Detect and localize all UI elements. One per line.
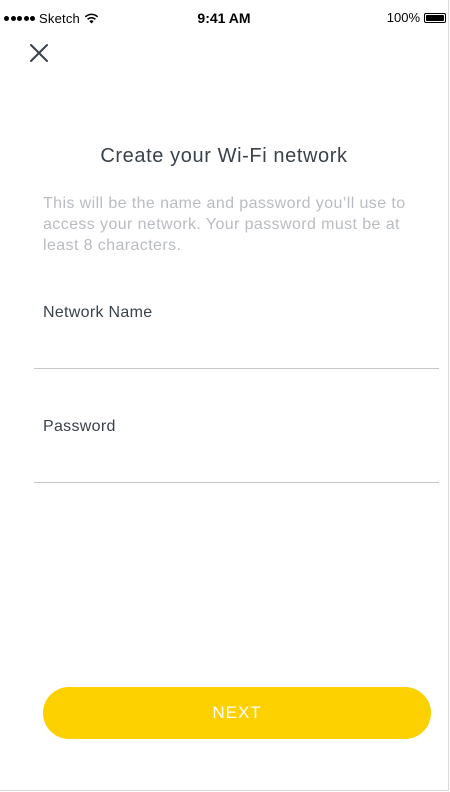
battery-percentage: 100% [386,10,420,25]
network-name-label: Network Name [43,304,153,321]
close-button[interactable] [24,38,54,68]
page-description: This will be the name and password you’l… [43,195,406,254]
close-icon [30,44,48,62]
battery-icon [424,12,446,23]
status-time: 9:41 AM [197,10,251,26]
status-right: 100% [387,10,446,25]
password-label: Password [43,418,116,435]
status-bar: Sketch 9:41 AM 100% [0,0,448,36]
page-title: Create your Wi-Fi network [100,145,348,167]
network-name-input[interactable] [34,333,439,369]
screen: Sketch 9:41 AM 100% Create your Wi-Fi ne… [0,0,449,791]
password-input[interactable] [34,447,439,483]
next-button[interactable]: NEXT [43,687,431,739]
